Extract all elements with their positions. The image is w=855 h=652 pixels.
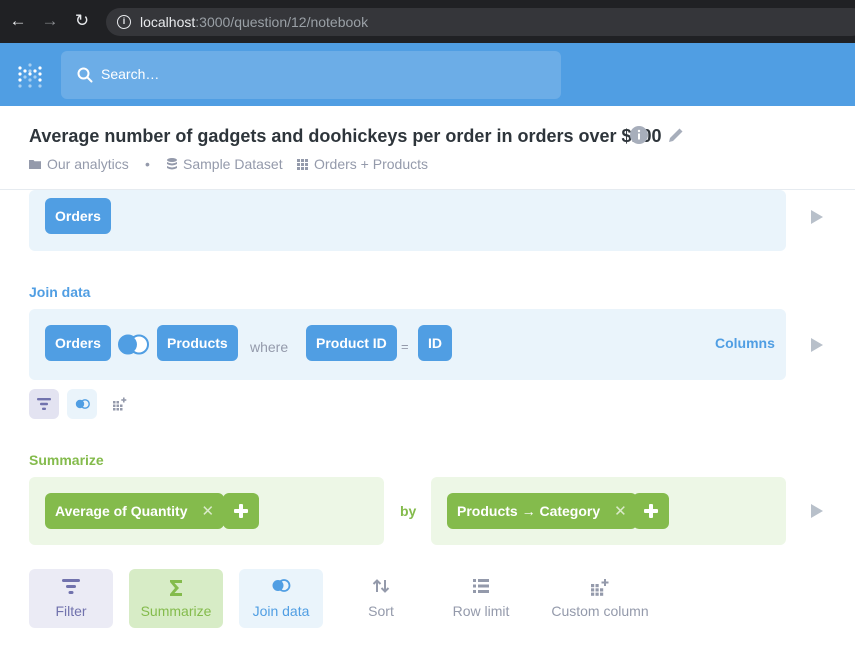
custom-column-action-button[interactable]: Custom column (549, 569, 651, 628)
breadcrumb-collection[interactable]: Our analytics (29, 156, 129, 172)
join-right-column-pill[interactable]: ID (418, 325, 452, 361)
pencil-icon[interactable] (666, 125, 686, 145)
summarize-step-label: Summarize (29, 452, 104, 468)
sigma-icon (170, 580, 182, 596)
url-text: localhost:3000/question/12/notebook (140, 14, 369, 30)
join-type-icon[interactable] (117, 334, 150, 355)
add-dimension-button[interactable] (633, 493, 669, 529)
remove-metric-icon[interactable]: ✕ (202, 494, 215, 530)
search-placeholder: Search… (101, 66, 160, 82)
join-right-table-pill[interactable]: Products (157, 325, 238, 361)
join-icon (272, 579, 291, 592)
search-input[interactable]: Search… (61, 51, 561, 99)
join-icon (75, 399, 90, 409)
preview-play-icon[interactable] (811, 504, 823, 518)
folder-icon (29, 160, 41, 169)
join-left-table-pill[interactable]: Orders (45, 325, 111, 361)
search-icon (77, 67, 93, 83)
summarize-action-button[interactable]: Summarize (129, 569, 223, 628)
join-columns-link[interactable]: Columns (715, 335, 775, 351)
remove-dimension-icon[interactable]: ✕ (614, 494, 627, 530)
database-icon (167, 158, 177, 170)
reload-icon[interactable]: ↻ (73, 12, 91, 30)
metric-pill[interactable]: Average of Quantity ✕ (45, 493, 225, 530)
join-left-column-pill[interactable]: Product ID (306, 325, 397, 361)
app-header: Search… (0, 43, 855, 106)
join-operator[interactable]: = (401, 339, 409, 354)
forward-arrow-icon[interactable]: → (41, 12, 59, 30)
breadcrumb-database[interactable]: Sample Dataset (167, 156, 283, 172)
breadcrumb-separator: • (145, 156, 150, 172)
preview-play-icon[interactable] (811, 210, 823, 224)
add-column-icon (591, 579, 609, 596)
filter-icon (37, 398, 51, 410)
summarize-by-label: by (400, 503, 417, 519)
page-title: Average number of gadgets and doohickeys… (29, 126, 662, 146)
data-step-panel (29, 190, 786, 251)
dimension-pill[interactable]: Products → Category ✕ (447, 493, 637, 529)
table-grid-icon (297, 158, 308, 170)
preview-play-icon[interactable] (811, 338, 823, 352)
back-arrow-icon[interactable]: ← (9, 12, 27, 30)
info-icon[interactable] (630, 126, 648, 144)
row-limit-action-button[interactable]: Row limit (439, 569, 523, 628)
question-header: Average number of gadgets and doohickeys… (0, 106, 855, 190)
join-data-action-button[interactable]: Join data (239, 569, 323, 628)
site-info-icon[interactable]: i (117, 15, 131, 29)
add-metric-button[interactable] (223, 493, 259, 529)
filter-action-button[interactable]: Filter (29, 569, 113, 628)
add-filter-step-button[interactable] (29, 389, 59, 419)
metabase-logo-icon[interactable] (17, 61, 43, 89)
join-where-label: where (250, 339, 289, 355)
browser-toolbar: ← → ↻ i localhost:3000/question/12/noteb… (0, 0, 855, 43)
sort-icon (372, 579, 390, 593)
add-join-step-button[interactable] (67, 389, 97, 419)
data-source-pill[interactable]: Orders (45, 198, 111, 234)
list-icon (473, 579, 489, 593)
sort-action-button[interactable]: Sort (339, 569, 423, 628)
add-custom-column-step-button[interactable] (105, 389, 135, 419)
breadcrumb-table[interactable]: Orders + Products (297, 156, 428, 172)
add-column-icon (113, 397, 127, 411)
filter-icon (62, 579, 80, 594)
join-step-label: Join data (29, 284, 91, 300)
address-bar[interactable]: i localhost:3000/question/12/notebook (106, 8, 855, 36)
